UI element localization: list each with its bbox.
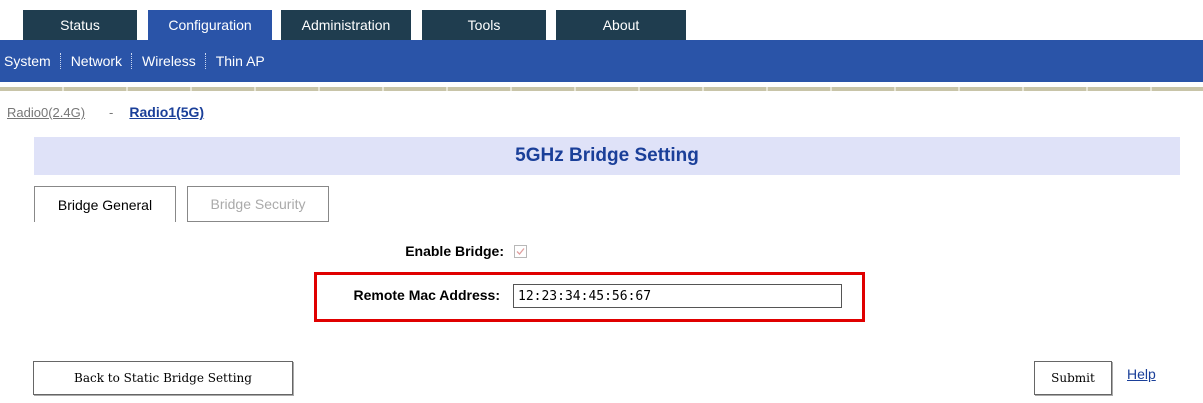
- enable-bridge-checkbox[interactable]: [514, 245, 527, 258]
- enable-bridge-label: Enable Bridge:: [405, 243, 504, 259]
- page-title-band: 5GHz Bridge Setting: [34, 137, 1180, 175]
- submit-button[interactable]: Submit: [1034, 361, 1112, 395]
- subnav-item-wireless[interactable]: Wireless: [142, 53, 196, 69]
- subnav-divider: [204, 53, 207, 69]
- checkmark-icon: [516, 248, 525, 255]
- divider-rule: [0, 87, 1203, 91]
- radio-link-separator: -: [109, 105, 114, 120]
- radio1-link[interactable]: Radio1(5G): [129, 104, 204, 120]
- tab-status[interactable]: Status: [23, 10, 137, 40]
- help-link[interactable]: Help: [1127, 366, 1156, 382]
- subnav-item-network[interactable]: Network: [71, 53, 122, 69]
- tab-bridge-general[interactable]: Bridge General: [34, 186, 176, 222]
- radio-selector: Radio0(2.4G) - Radio1(5G): [7, 104, 204, 120]
- sub-navigation-bar: System Network Wireless Thin AP: [0, 40, 1203, 82]
- tab-configuration[interactable]: Configuration: [148, 10, 272, 40]
- remote-mac-input[interactable]: 12:23:34:45:56:67: [513, 284, 842, 308]
- page-title: 5GHz Bridge Setting: [515, 145, 699, 166]
- tab-bridge-security[interactable]: Bridge Security: [187, 186, 329, 222]
- tab-tools[interactable]: Tools: [422, 10, 546, 40]
- subnav-item-thin-ap[interactable]: Thin AP: [216, 53, 265, 69]
- radio0-link[interactable]: Radio0(2.4G): [7, 105, 85, 120]
- top-tab-bar: Status Configuration Administration Tool…: [0, 0, 1203, 40]
- subnav-item-system[interactable]: System: [4, 53, 51, 69]
- remote-mac-label: Remote Mac Address:: [353, 287, 500, 303]
- back-to-static-bridge-button[interactable]: Back to Static Bridge Setting: [33, 361, 293, 395]
- subnav-divider: [59, 53, 62, 69]
- tab-administration[interactable]: Administration: [281, 10, 411, 40]
- subnav-divider: [131, 53, 133, 69]
- tab-about[interactable]: About: [556, 10, 686, 40]
